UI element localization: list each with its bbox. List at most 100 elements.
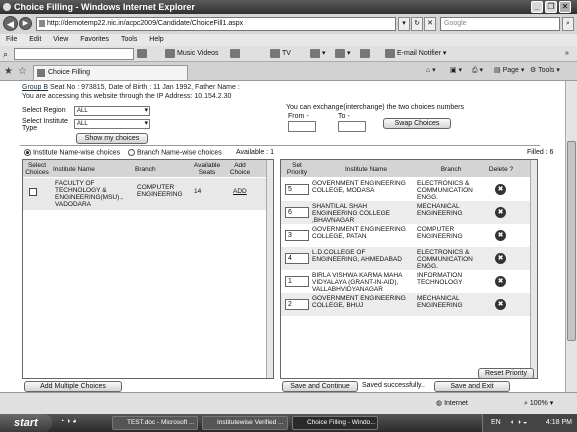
url-input[interactable]: http://demotemp22.nic.in/acpc2009/Candid…: [36, 17, 396, 31]
toolbar-search-icon[interactable]: ⌕: [3, 46, 8, 62]
choice-branch: COMPUTER ENGINEERING: [417, 226, 463, 240]
delete-choice-icon[interactable]: ✖: [495, 299, 506, 310]
priority-input[interactable]: 5: [285, 184, 309, 195]
available-count: Available : 1: [236, 149, 275, 156]
maximize-button[interactable]: ❐: [545, 1, 557, 13]
col-add-choice: Add Choice: [229, 162, 251, 176]
taskbar: start ◔ ◑ ◕ TEST.doc - Microsoft ... Ins…: [0, 414, 577, 432]
menu-favorites[interactable]: Favorites: [80, 36, 109, 43]
table-row: FACULTY OF TECHNOLOGY & ENGINEERING(MSU)…: [23, 178, 273, 210]
select-choice-checkbox[interactable]: [29, 188, 37, 196]
favorites-star-icon[interactable]: ★: [4, 66, 13, 77]
stop-icon[interactable]: ✕: [424, 17, 436, 31]
start-button[interactable]: start: [0, 414, 52, 432]
save-and-exit-button[interactable]: Save and Exit: [434, 381, 510, 392]
filled-choices-panel: Set Priority Institute Name Branch Delete…: [280, 159, 538, 379]
priority-input[interactable]: 4: [285, 253, 309, 264]
choice-institute: GOVERNMENT ENGINEERING COLLEGE, PATAN: [312, 226, 406, 240]
music-videos-link[interactable]: Music Videos: [165, 46, 219, 62]
priority-input[interactable]: 2: [285, 299, 309, 310]
table-row: 3 GOVERNMENT ENGINEERING COLLEGE, PATAN CO…: [281, 224, 537, 247]
url-text: http://demotemp22.nic.in/acpc2009/Candid…: [47, 20, 244, 27]
search-input[interactable]: Google: [440, 17, 560, 31]
toolbar-more-icon[interactable]: »: [565, 46, 569, 62]
task-test-doc[interactable]: TEST.doc - Microsoft ...: [112, 416, 198, 430]
institute-wise-radio[interactable]: Institute Name-wise choices: [24, 149, 120, 156]
choices-scrollbar[interactable]: [530, 160, 537, 378]
music-icon: [165, 48, 175, 58]
priority-input[interactable]: 3: [285, 230, 309, 241]
page-scrollbar-thumb[interactable]: [567, 141, 576, 341]
toolbar: ⌕ Music Videos TV ▾ ▾ E-mail Notifier ▾ …: [0, 46, 577, 62]
add-choice-link[interactable]: ADD: [233, 188, 247, 195]
globe-icon: ◍: [436, 400, 443, 407]
menu-tools[interactable]: Tools: [121, 36, 137, 43]
print-icon[interactable]: ⎙ ▾: [472, 66, 483, 75]
close-window-button[interactable]: ✕: [559, 1, 571, 13]
tray-icons[interactable]: ◐ ◑ ◒: [511, 419, 528, 426]
delete-choice-icon[interactable]: ✖: [495, 276, 506, 287]
institute-type-select[interactable]: ALL: [74, 119, 150, 129]
page-scrollbar[interactable]: [565, 81, 577, 392]
available-scrollbar[interactable]: [266, 160, 273, 378]
email-notifier-link[interactable]: E-mail Notifier ▾: [385, 46, 446, 62]
priority-input[interactable]: 6: [285, 207, 309, 218]
refresh-icon[interactable]: ↻: [411, 17, 423, 31]
region-select[interactable]: ALL: [74, 106, 150, 116]
choice-institute: GOVERNMENT ENGINEERING COLLEGE, BHUJ: [312, 295, 406, 309]
from-input[interactable]: [288, 121, 316, 132]
zoom-level[interactable]: ⌕ 100% ▾: [524, 399, 553, 408]
available-choices-panel: Select Choices Institute Name Branch Avai…: [22, 159, 274, 379]
sports-icon[interactable]: ▾: [335, 46, 351, 62]
task-choice-filling[interactable]: Choice Filling - Windo...: [292, 416, 378, 430]
save-and-continue-button[interactable]: Save and Continue: [282, 381, 358, 392]
forward-button[interactable]: ▶: [19, 17, 32, 30]
tools-menu[interactable]: ⚙ Tools ▾: [530, 66, 560, 74]
menu-help[interactable]: Help: [149, 36, 163, 43]
choices-table-header: Set Priority Institute Name Branch Delete…: [281, 160, 537, 177]
tab-choice-filling[interactable]: Choice Filling: [33, 65, 188, 80]
table-row: 4 L.D.COLLEGE OF ENGINEERING, AHMEDABAD EL…: [281, 247, 537, 270]
radio-selected-icon: [24, 149, 31, 156]
url-dropdown-icon[interactable]: ▾: [398, 17, 410, 31]
tv-link[interactable]: TV: [270, 46, 291, 62]
back-button[interactable]: ◀: [3, 16, 18, 31]
to-input[interactable]: [338, 121, 366, 132]
add-multiple-choices-button[interactable]: Add Multiple Choices: [24, 381, 122, 392]
page-menu[interactable]: ▤ Page ▾: [494, 66, 524, 74]
quicklaunch-icons[interactable]: ◔ ◑ ◕: [60, 418, 77, 425]
menu-edit[interactable]: Edit: [29, 36, 41, 43]
add-favorites-icon[interactable]: ☆: [18, 66, 27, 77]
table-row: 6 SHANTILAL SHAH ENGINEERING COLLEGE ,BHA…: [281, 201, 537, 224]
institute-type-label-2: Type: [22, 125, 38, 132]
tv-icon: [270, 48, 280, 58]
swap-choices-button[interactable]: Swap Choices: [383, 118, 451, 129]
show-my-choices-button[interactable]: Show my choices: [76, 133, 148, 144]
delete-choice-icon[interactable]: ✖: [495, 207, 506, 218]
toolbar-search-input[interactable]: [14, 48, 134, 60]
delete-choice-icon[interactable]: ✖: [495, 230, 506, 241]
choice-branch: ELECTRONICS & COMMUNICATION ENGG.: [417, 180, 473, 201]
priority-input[interactable]: 1: [285, 276, 309, 287]
weather-icon[interactable]: ▾: [310, 46, 326, 62]
task-institutewise[interactable]: Institutewise Verified ...: [202, 416, 288, 430]
choice-branch: INFORMATION TECHNOLOGY: [417, 272, 463, 286]
games-icon[interactable]: [230, 46, 242, 62]
choice-institute: L.D.COLLEGE OF ENGINEERING, AHMEDABAD: [312, 249, 402, 263]
branch-wise-radio[interactable]: Branch Name-wise choices: [128, 149, 222, 156]
feeds-icon[interactable]: ▣ ▾: [450, 66, 462, 74]
home-icon[interactable]: ⌂ ▾: [426, 66, 436, 74]
menu-view[interactable]: View: [53, 36, 68, 43]
search-icon[interactable]: ⌕: [562, 17, 574, 31]
group-link[interactable]: Group B: [22, 84, 48, 91]
delete-choice-icon[interactable]: ✖: [495, 253, 506, 264]
toolbar-go-icon[interactable]: [137, 46, 149, 62]
minimize-button[interactable]: _: [531, 1, 543, 13]
delete-choice-icon[interactable]: ✖: [495, 184, 506, 195]
filter-divider: [20, 145, 540, 146]
language-indicator[interactable]: EN: [491, 419, 501, 426]
reset-priority-button[interactable]: Reset Priority: [478, 368, 534, 379]
menu-file[interactable]: File: [6, 36, 17, 43]
col-choice-institute: Institute Name: [345, 166, 387, 173]
options-icon[interactable]: [360, 46, 372, 62]
